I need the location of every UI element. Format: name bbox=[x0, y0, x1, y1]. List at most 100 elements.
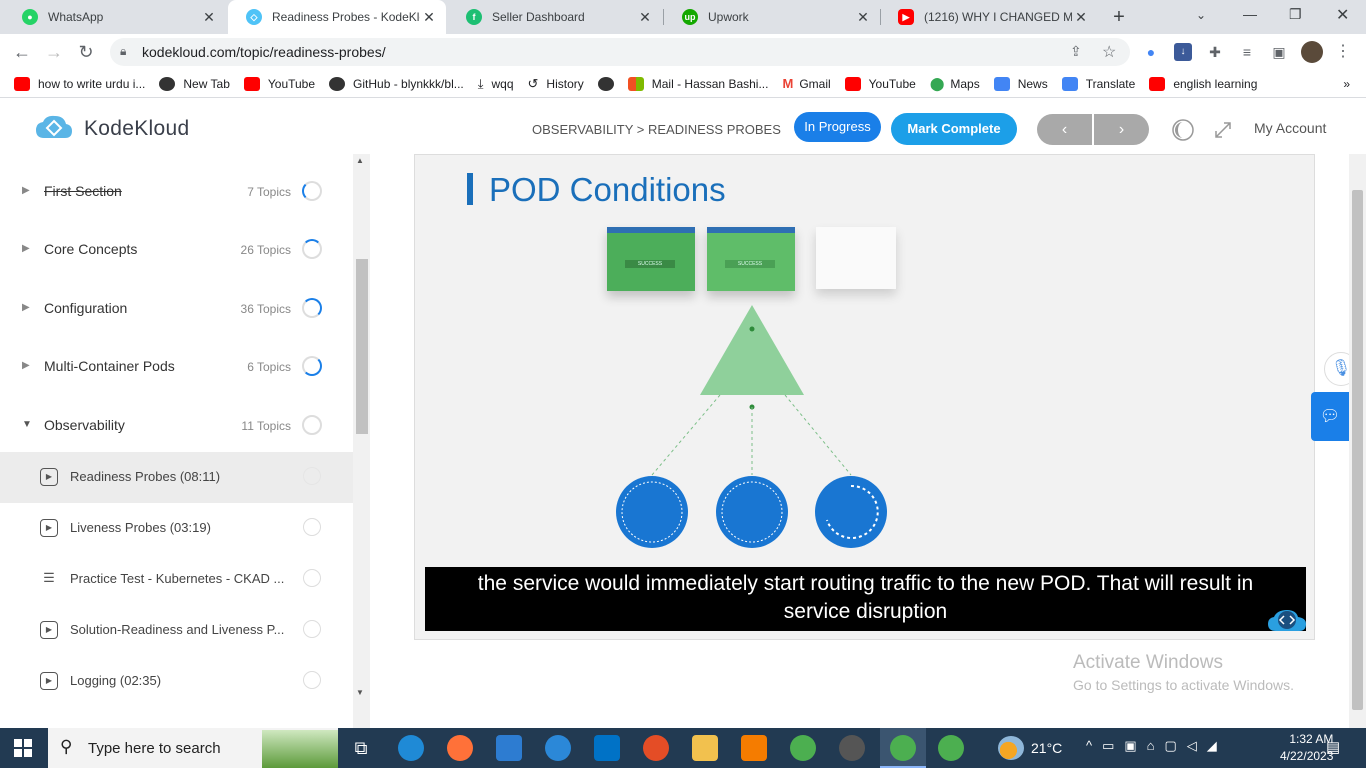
lesson-solution[interactable]: ▶ Solution-Readiness and Liveness P... bbox=[0, 605, 353, 656]
microphone-icon[interactable]: ● bbox=[1142, 43, 1160, 61]
reload-icon[interactable]: ↻ bbox=[74, 40, 98, 64]
bookmark-item[interactable]: ↺ History bbox=[528, 76, 584, 92]
lesson-practice-test[interactable]: ☰ Practice Test - Kubernetes - CKAD ... bbox=[0, 554, 353, 605]
more-bookmarks-icon[interactable]: » bbox=[1343, 77, 1350, 91]
pod-screen-3 bbox=[816, 227, 896, 289]
activate-windows-title: Activate Windows bbox=[1073, 652, 1223, 673]
tab-youtube[interactable]: ▶ (1216) WHY I CHANGED MY ✕ bbox=[880, 0, 1098, 34]
app-icon[interactable] bbox=[545, 735, 571, 761]
tab-whatsapp[interactable]: ● WhatsApp ✕ bbox=[4, 0, 226, 34]
bookmark-item[interactable]: GitHub - blynkkk/bl... bbox=[329, 76, 464, 91]
weather-icon[interactable] bbox=[998, 736, 1024, 760]
back-icon[interactable]: ← bbox=[10, 40, 34, 64]
section-configuration[interactable]: ▶ Configuration 36 Topics bbox=[0, 279, 353, 337]
task-view-icon[interactable]: ⧉ bbox=[348, 735, 374, 761]
bookmark-label: GitHub - blynkkk/bl... bbox=[353, 76, 464, 91]
close-icon[interactable]: ✕ bbox=[636, 9, 654, 26]
previous-topic-button[interactable]: ‹ bbox=[1037, 114, 1092, 145]
my-account-link[interactable]: My Account bbox=[1254, 120, 1326, 136]
section-first-section[interactable]: ▶ First Section 7 Topics bbox=[0, 162, 353, 220]
bookmark-item[interactable]: YouTube bbox=[243, 76, 315, 91]
extensions-icon[interactable]: ✚ bbox=[1206, 43, 1224, 61]
expand-arrow-icon: ▶ bbox=[22, 243, 30, 254]
section-observability[interactable]: ▼ Observability 11 Topics bbox=[0, 396, 353, 454]
bookmark-item[interactable]: YouTube bbox=[844, 76, 916, 91]
chrome-icon[interactable] bbox=[790, 735, 816, 761]
status-badge[interactable]: In Progress bbox=[794, 112, 881, 142]
temperature[interactable]: 21°C bbox=[1031, 740, 1062, 756]
tab-seller-dashboard[interactable]: f Seller Dashboard ✕ bbox=[448, 0, 662, 34]
scroll-up-icon[interactable]: ▲ bbox=[356, 156, 364, 165]
download-extension-icon[interactable]: ↓ bbox=[1174, 43, 1192, 61]
sidebar-scroll-thumb[interactable] bbox=[356, 259, 368, 434]
bookmark-item[interactable]: ⬤ Maps bbox=[930, 76, 980, 92]
close-icon[interactable]: ✕ bbox=[854, 9, 872, 26]
bookmark-item[interactable]: Mail - Hassan Bashi... bbox=[627, 76, 768, 91]
minimize-icon[interactable]: — bbox=[1243, 6, 1257, 22]
side-panel-icon[interactable]: ▣ bbox=[1270, 43, 1288, 61]
kodekloud-logo-icon[interactable] bbox=[34, 114, 74, 142]
close-icon[interactable]: ✕ bbox=[420, 9, 438, 26]
file-explorer-icon[interactable] bbox=[692, 735, 718, 761]
chrome-profile-icon[interactable] bbox=[938, 735, 964, 761]
play-icon: ▶ bbox=[40, 468, 58, 486]
slide-title: POD Conditions bbox=[489, 171, 726, 208]
section-core-concepts[interactable]: ▶ Core Concepts 26 Topics bbox=[0, 220, 353, 278]
tab-upwork[interactable]: up Upwork ✕ bbox=[664, 0, 880, 34]
close-icon[interactable]: ✕ bbox=[200, 9, 218, 26]
github-icon bbox=[329, 76, 346, 91]
forward-icon[interactable]: → bbox=[42, 40, 66, 64]
bookmark-item[interactable]: how to write urdu i... bbox=[14, 76, 145, 91]
window-close-icon[interactable]: ✕ bbox=[1336, 5, 1349, 25]
store-icon[interactable] bbox=[496, 735, 522, 761]
app-icon[interactable] bbox=[741, 735, 767, 761]
windows-start-icon[interactable] bbox=[14, 739, 32, 757]
tab-title: (1216) WHY I CHANGED MY bbox=[924, 10, 1072, 24]
chrome-icon[interactable] bbox=[890, 735, 916, 761]
edge-icon[interactable] bbox=[398, 735, 424, 761]
new-tab-icon[interactable]: + bbox=[1108, 6, 1130, 28]
page-scroll-thumb[interactable] bbox=[1352, 190, 1363, 710]
bookmark-item[interactable]: News bbox=[993, 76, 1048, 91]
app-icon[interactable] bbox=[839, 735, 865, 761]
fullscreen-icon[interactable] bbox=[1213, 120, 1233, 140]
address-bar[interactable]: 🔒︎ kodekloud.com/topic/readiness-probes/… bbox=[110, 38, 1130, 66]
app-icon[interactable] bbox=[643, 735, 669, 761]
share-icon[interactable]: ⇪ bbox=[1070, 43, 1082, 60]
taskbar-search-box[interactable]: ⚲ Type here to search bbox=[48, 728, 338, 768]
profile-avatar[interactable] bbox=[1301, 41, 1323, 63]
bookmark-item[interactable] bbox=[597, 76, 614, 91]
tab-title: WhatsApp bbox=[48, 10, 104, 24]
tab-search-icon[interactable]: ⌄ bbox=[1196, 8, 1206, 22]
mail-icon[interactable] bbox=[594, 735, 620, 761]
menu-icon[interactable]: ⋮ bbox=[1334, 43, 1352, 61]
notifications-icon[interactable]: ▤ bbox=[1326, 738, 1340, 756]
section-multi-container-pods[interactable]: ▶ Multi-Container Pods 6 Topics bbox=[0, 337, 353, 395]
lesson-readiness-probes[interactable]: ▶ Readiness Probes (08:11) bbox=[0, 452, 353, 503]
bookmark-item[interactable]: New Tab bbox=[159, 76, 230, 91]
mark-complete-button[interactable]: Mark Complete bbox=[891, 113, 1017, 145]
system-tray-icons[interactable]: ^▭▣⌂▢◁◢ bbox=[1086, 738, 1227, 754]
youtube-icon bbox=[1149, 76, 1166, 91]
bookmark-item[interactable]: M Gmail bbox=[782, 76, 830, 91]
firefox-icon[interactable] bbox=[447, 735, 473, 761]
media-control-icon[interactable]: ≡ bbox=[1238, 43, 1256, 61]
bookmark-item[interactable]: english learning bbox=[1149, 76, 1257, 91]
dark-mode-toggle-icon[interactable] bbox=[1171, 118, 1195, 142]
bookmark-item[interactable]: ⤓ wqq bbox=[478, 76, 514, 92]
next-topic-button[interactable]: › bbox=[1094, 114, 1149, 145]
chat-icon[interactable]: 💬︎ bbox=[1311, 392, 1349, 441]
restore-icon[interactable]: ❐ bbox=[1289, 6, 1302, 23]
lesson-logging[interactable]: ▶ Logging (02:35) bbox=[0, 656, 353, 707]
sidebar-scrollbar[interactable] bbox=[353, 154, 370, 728]
close-icon[interactable]: ✕ bbox=[1072, 9, 1090, 26]
scroll-down-icon[interactable]: ▼ bbox=[356, 688, 364, 697]
section-name: Configuration bbox=[44, 300, 128, 316]
bookmark-star-icon[interactable]: ☆ bbox=[1102, 42, 1116, 62]
video-player[interactable]: POD Conditions SUCCESS SUCCESS the servi… bbox=[414, 154, 1315, 640]
lesson-liveness-probes[interactable]: ▶ Liveness Probes (03:19) bbox=[0, 503, 353, 554]
url-text[interactable]: kodekloud.com/topic/readiness-probes/ bbox=[142, 44, 386, 60]
tab-readiness-probes[interactable]: ◇ Readiness Probes - KodeKlou ✕ bbox=[228, 0, 446, 34]
logo-text[interactable]: KodeKloud bbox=[84, 117, 189, 141]
bookmark-item[interactable]: Translate bbox=[1061, 76, 1135, 91]
